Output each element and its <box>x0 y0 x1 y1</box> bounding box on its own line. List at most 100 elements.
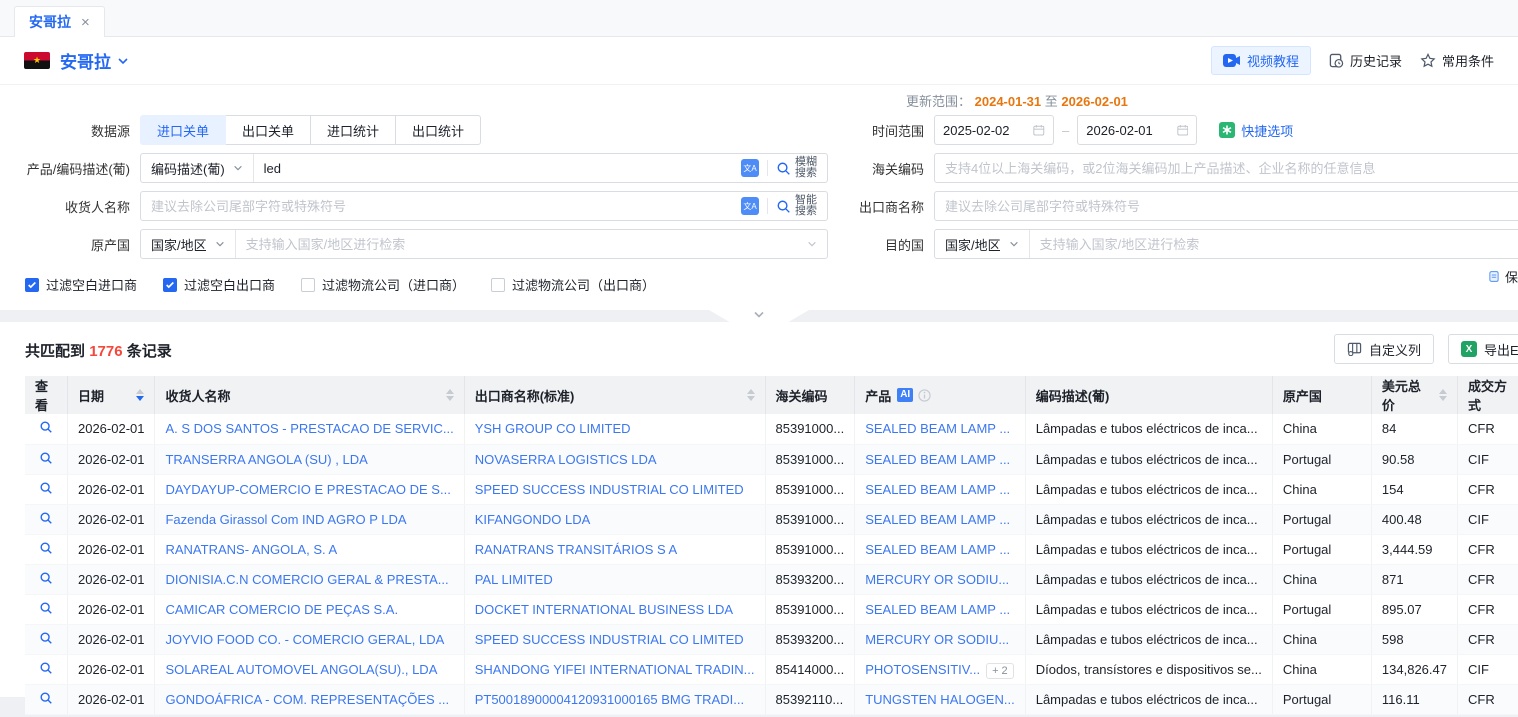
exporter-input[interactable] <box>935 199 1518 214</box>
cell-description: Lâmpadas e tubos eléctricos de inca... <box>1036 482 1258 497</box>
col-header-2[interactable]: 收货人名称 <box>155 376 464 414</box>
cell-consignee-link[interactable]: JOYVIO FOOD CO. - COMERCIO GERAL, LDA <box>165 632 444 647</box>
cell-consignee-link[interactable]: DAYDAYUP-COMERCIO E PRESTACAO DE S... <box>165 482 450 497</box>
sort-icon[interactable] <box>446 389 454 401</box>
history-button[interactable]: 历史记录 <box>1329 51 1402 70</box>
data-source-tab-3[interactable]: 出口统计 <box>395 115 481 145</box>
filter-checkbox-2[interactable]: 过滤物流公司（进口商） <box>301 275 465 294</box>
calendar-icon <box>1033 123 1045 137</box>
smart-search-button[interactable]: 智能搜索 <box>776 195 827 217</box>
data-source-tab-2[interactable]: 进口统计 <box>310 115 396 145</box>
export-excel-button[interactable]: X 导出Exc <box>1448 334 1518 364</box>
start-date-value[interactable] <box>943 123 1027 138</box>
col-header-8[interactable]: 美元总价 <box>1371 376 1457 414</box>
translate-icon[interactable]: 文A <box>741 197 759 215</box>
view-detail-icon[interactable] <box>39 691 53 705</box>
cell-consignee-link[interactable]: DIONISIA.C.N COMERCIO GERAL & PRESTA... <box>165 572 448 587</box>
origin-country-select[interactable]: 国家/地区 <box>141 230 236 258</box>
translate-icon[interactable]: 文A <box>741 159 759 177</box>
cell-exporter-link[interactable]: YSH GROUP CO LIMITED <box>475 421 631 436</box>
destination-country-input[interactable] <box>1030 230 1518 258</box>
origin-country-input[interactable] <box>236 230 807 258</box>
end-date-value[interactable] <box>1086 123 1170 138</box>
info-icon[interactable] <box>918 389 931 402</box>
view-detail-icon[interactable] <box>39 511 53 525</box>
chevron-down-icon[interactable] <box>117 55 129 67</box>
product-field-select[interactable]: 编码描述(葡) <box>141 154 254 182</box>
document-icon <box>1488 269 1500 284</box>
checkbox-label: 过滤空白出口商 <box>184 275 275 294</box>
fuzzy-search-button[interactable]: 模糊搜索 <box>776 157 827 179</box>
start-date-input[interactable] <box>934 115 1054 145</box>
country-selector[interactable]: 安哥拉 <box>60 48 111 73</box>
cell-product-link[interactable]: PHOTOSENSITIV... <box>865 662 980 677</box>
cell-consignee-link[interactable]: GONDOÁFRICA - COM. REPRESENTAÇÕES ... <box>165 692 449 707</box>
view-detail-icon[interactable] <box>39 420 53 434</box>
cell-hs-code: 85391000... <box>776 482 845 497</box>
cell-product-link[interactable]: SEALED BEAM LAMP ... <box>865 421 1010 436</box>
favorites-button[interactable]: 常用条件 <box>1420 51 1494 70</box>
view-detail-icon[interactable] <box>39 571 53 585</box>
cell-consignee-link[interactable]: RANATRANS- ANGOLA, S. A <box>165 542 337 557</box>
cell-product-link[interactable]: MERCURY OR SODIU... <box>865 572 1009 587</box>
cell-origin-country: China <box>1283 662 1317 677</box>
col-header-label: 海关编码 <box>776 386 828 405</box>
data-source-tab-1[interactable]: 出口关单 <box>225 115 311 145</box>
cell-product-link[interactable]: MERCURY OR SODIU... <box>865 632 1009 647</box>
cell-exporter-link[interactable]: DOCKET INTERNATIONAL BUSINESS LDA <box>475 602 733 617</box>
cell-product-link[interactable]: SEALED BEAM LAMP ... <box>865 602 1010 617</box>
chevron-down-icon[interactable] <box>807 237 827 252</box>
cell-hs-code: 85393200... <box>776 572 845 587</box>
origin-country-label: 原产国 <box>0 235 140 254</box>
data-source-tab-0[interactable]: 进口关单 <box>140 115 226 145</box>
col-header-1[interactable]: 日期 <box>67 376 155 414</box>
customize-columns-button[interactable]: 自定义列 <box>1334 334 1434 364</box>
cell-exporter-link[interactable]: NOVASERRA LOGISTICS LDA <box>475 452 657 467</box>
filter-checkbox-1[interactable]: 过滤空白出口商 <box>163 275 275 294</box>
filter-checkbox-3[interactable]: 过滤物流公司（出口商） <box>491 275 655 294</box>
view-detail-icon[interactable] <box>39 631 53 645</box>
view-detail-icon[interactable] <box>39 481 53 495</box>
cell-product-link[interactable]: SEALED BEAM LAMP ... <box>865 452 1010 467</box>
cell-consignee-link[interactable]: SOLAREAL AUTOMOVEL ANGOLA(SU)., LDA <box>165 662 437 677</box>
destination-country-select[interactable]: 国家/地区 <box>935 230 1030 258</box>
cell-product-link[interactable]: TUNGSTEN HALOGEN... <box>865 692 1015 707</box>
cell-exporter-link[interactable]: RANATRANS TRANSITÁRIOS S A <box>475 542 678 557</box>
cell-product-link[interactable]: SEALED BEAM LAMP ... <box>865 482 1010 497</box>
sort-icon[interactable] <box>747 389 755 401</box>
product-more-badge[interactable]: + 2 <box>986 663 1014 679</box>
cell-exporter-link[interactable]: PT50018900004120931000165 BMG TRADI... <box>475 692 744 707</box>
data-source-tabs: 进口关单出口关单进口统计出口统计 <box>140 115 481 145</box>
quick-options-button[interactable]: 快捷选项 <box>1219 121 1293 140</box>
tab-angola[interactable]: 安哥拉 × <box>14 6 105 37</box>
view-detail-icon[interactable] <box>39 451 53 465</box>
view-detail-icon[interactable] <box>39 661 53 675</box>
filter-checkbox-0[interactable]: 过滤空白进口商 <box>25 275 137 294</box>
consignee-input[interactable] <box>141 192 741 220</box>
col-header-3[interactable]: 出口商名称(标准) <box>464 376 765 414</box>
cell-consignee-link[interactable]: A. S DOS SANTOS - PRESTACAO DE SERVIC... <box>165 421 453 436</box>
cell-product-link[interactable]: SEALED BEAM LAMP ... <box>865 542 1010 557</box>
sort-icon[interactable] <box>1439 389 1447 401</box>
tab-close-icon[interactable]: × <box>81 14 90 31</box>
view-detail-icon[interactable] <box>39 601 53 615</box>
cell-product-link[interactable]: SEALED BEAM LAMP ... <box>865 512 1010 527</box>
cell-exporter-link[interactable]: PAL LIMITED <box>475 572 553 587</box>
cell-exporter-link[interactable]: KIFANGONDO LDA <box>475 512 591 527</box>
end-date-input[interactable] <box>1077 115 1197 145</box>
product-keyword-input[interactable] <box>254 154 741 182</box>
cell-exporter-link[interactable]: SPEED SUCCESS INDUSTRIAL CO LIMITED <box>475 632 744 647</box>
cell-consignee-link[interactable]: TRANSERRA ANGOLA (SU) , LDA <box>165 452 367 467</box>
cell-consignee-link[interactable]: Fazenda Girassol Com IND AGRO P LDA <box>165 512 406 527</box>
corner-cut-button[interactable]: 保 <box>1488 267 1518 286</box>
cell-exporter-link[interactable]: SPEED SUCCESS INDUSTRIAL CO LIMITED <box>475 482 744 497</box>
cell-consignee-link[interactable]: CAMICAR COMERCIO DE PEÇAS S.A. <box>165 602 398 617</box>
cell-exporter-link[interactable]: SHANDONG YIFEI INTERNATIONAL TRADIN... <box>475 662 755 677</box>
cell-usd-total: 134,826.47 <box>1382 662 1447 677</box>
cell-hs-code: 85393200... <box>776 632 845 647</box>
video-tutorial-button[interactable]: 视频教程 <box>1211 46 1311 75</box>
view-detail-icon[interactable] <box>39 541 53 555</box>
sort-icon[interactable] <box>136 389 144 401</box>
calendar-icon <box>1177 123 1189 137</box>
hs-code-input[interactable] <box>935 161 1518 176</box>
